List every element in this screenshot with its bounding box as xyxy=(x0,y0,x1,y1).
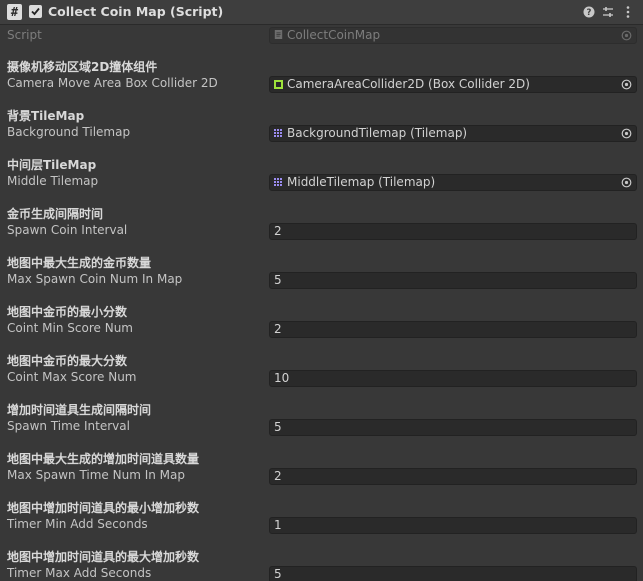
number-value: 5 xyxy=(274,567,282,581)
script-file-icon xyxy=(274,30,283,39)
property-tooltip-label: 地图中最大生成的增加时间道具数量 xyxy=(7,452,200,466)
number-input[interactable]: 2 xyxy=(269,321,637,338)
object-reference-value: BackgroundTilemap (Tilemap) xyxy=(287,126,468,140)
number-input[interactable]: 1 xyxy=(269,517,637,534)
property-tooltip-label: 中间层TileMap xyxy=(7,158,97,172)
number-value: 5 xyxy=(274,273,282,287)
property-tooltip-label: 背景TileMap xyxy=(7,109,85,123)
property-label: Timer Min Add Seconds xyxy=(7,517,148,531)
checkmark-icon xyxy=(31,7,40,16)
property-tooltip-label: 金币生成间隔时间 xyxy=(7,207,104,221)
property-label: Max Spawn Coin Num In Map xyxy=(7,272,183,286)
property-label: Coint Min Score Num xyxy=(7,321,133,335)
number-input[interactable]: 2 xyxy=(269,223,637,240)
component-title: Collect Coin Map (Script) xyxy=(48,4,224,19)
number-input[interactable]: 5 xyxy=(269,419,637,436)
property-tooltip-label: 地图中增加时间道具的最小增加秒数 xyxy=(7,501,200,515)
number-value: 10 xyxy=(274,371,290,385)
property-tooltip-label: 地图中增加时间道具的最大增加秒数 xyxy=(7,550,200,564)
object-reference-field[interactable]: MiddleTilemap (Tilemap) xyxy=(269,174,637,191)
object-picker-icon xyxy=(621,30,632,41)
property-tooltip-label: 地图中金币的最小分数 xyxy=(7,305,128,319)
script-field: CollectCoinMap xyxy=(269,27,637,44)
property-label: Spawn Time Interval xyxy=(7,419,130,433)
script-row: Script CollectCoinMap xyxy=(0,27,643,45)
property-label: Middle Tilemap xyxy=(7,174,99,188)
property-tooltip-label: 地图中最大生成的金币数量 xyxy=(7,256,152,270)
property-tooltip-label: 增加时间道具生成间隔时间 xyxy=(7,403,152,417)
object-picker-icon[interactable] xyxy=(621,177,632,188)
object-picker-icon[interactable] xyxy=(621,128,632,139)
number-value: 5 xyxy=(274,420,282,434)
number-value: 2 xyxy=(274,224,282,238)
object-reference-value: CameraAreaCollider2D (Box Collider 2D) xyxy=(287,77,530,91)
tilemap-icon xyxy=(274,178,282,186)
help-icon[interactable]: ? xyxy=(582,5,596,19)
inspector-panel: # Collect Coin Map (Script) ? Script Col… xyxy=(0,0,643,581)
object-picker-icon[interactable] xyxy=(621,79,632,90)
tilemap-icon xyxy=(274,129,282,137)
property-label: Spawn Coin Interval xyxy=(7,223,128,237)
number-input[interactable]: 2 xyxy=(269,468,637,485)
enable-checkbox[interactable] xyxy=(29,5,42,18)
property-tooltip-label: 地图中金币的最大分数 xyxy=(7,354,128,368)
number-value: 1 xyxy=(274,518,282,532)
script-value: CollectCoinMap xyxy=(287,28,381,42)
property-label: Camera Move Area Box Collider 2D xyxy=(7,76,218,90)
object-reference-value: MiddleTilemap (Tilemap) xyxy=(287,175,436,189)
svg-text:?: ? xyxy=(587,8,592,18)
object-reference-field[interactable]: BackgroundTilemap (Tilemap) xyxy=(269,125,637,142)
number-input[interactable]: 5 xyxy=(269,566,637,581)
number-value: 2 xyxy=(274,469,282,483)
box-collider-icon xyxy=(274,80,283,89)
number-input[interactable]: 10 xyxy=(269,370,637,387)
property-tooltip-label: 摄像机移动区域2D撞体组件 xyxy=(7,60,158,74)
property-label: Coint Max Score Num xyxy=(7,370,137,384)
component-header[interactable]: # Collect Coin Map (Script) ? xyxy=(0,0,643,25)
script-icon: # xyxy=(7,4,22,20)
number-input[interactable]: 5 xyxy=(269,272,637,289)
property-label: Timer Max Add Seconds xyxy=(7,566,152,580)
property-label: Background Tilemap xyxy=(7,125,131,139)
script-label: Script xyxy=(7,28,42,42)
preset-icon[interactable] xyxy=(601,5,615,19)
more-options-icon[interactable] xyxy=(621,5,635,19)
object-reference-field[interactable]: CameraAreaCollider2D (Box Collider 2D) xyxy=(269,76,637,93)
number-value: 2 xyxy=(274,322,282,336)
property-label: Max Spawn Time Num In Map xyxy=(7,468,185,482)
